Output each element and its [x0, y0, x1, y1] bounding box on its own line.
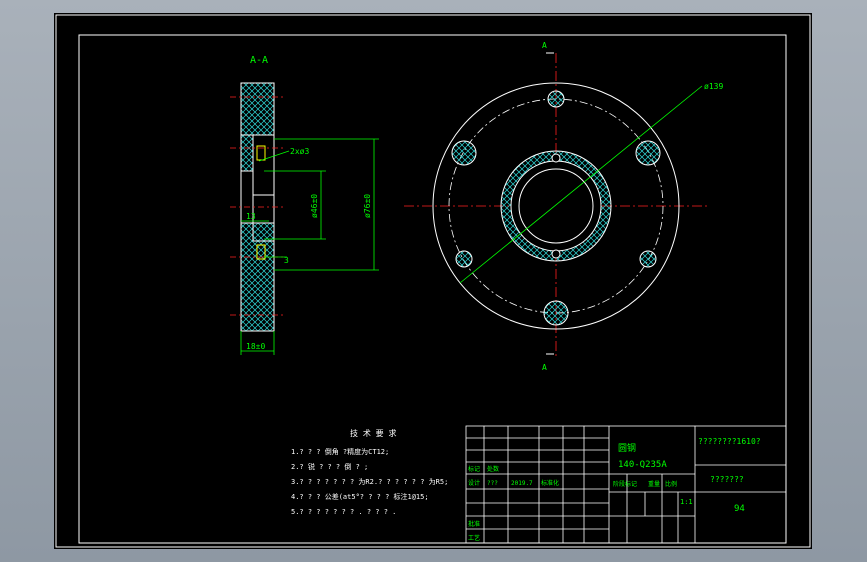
- weight-label: 重量: [648, 480, 660, 488]
- dim-thickness: 18±0: [246, 342, 265, 351]
- scale: 1:1: [680, 498, 693, 506]
- tech-requirements: 技 术 要 求 1.? ? ? 倒角 ?精度为CT12; 2.? 锐 ? ? ?…: [291, 428, 448, 516]
- sheet-no: 94: [734, 504, 745, 514]
- tech-line-5: 5.? ? ? ? ? ? ? . ? ? ? .: [291, 508, 396, 516]
- tech-title: 技 术 要 求: [350, 428, 396, 438]
- ratio-label: 比例: [665, 480, 677, 488]
- bolt-hole-top: [547, 90, 565, 108]
- material: 140-Q235A: [618, 460, 667, 470]
- section-upper-hatch: [240, 82, 275, 136]
- bolt-hole-bottom: [543, 300, 569, 326]
- dim-inner-dia: ø46±0: [310, 194, 319, 218]
- dim-hole: 2xø3: [290, 147, 309, 156]
- designer: ???: [487, 480, 498, 487]
- std-label: 标准化: [541, 479, 559, 487]
- dim-pitch-dia: ø76±0: [363, 194, 372, 218]
- cut-label-top: A: [542, 41, 547, 50]
- drawing-canvas: A-A 2xø3 ø76±0 ø46±0 13 3 18±0 A A ø139 …: [55, 14, 811, 548]
- qty-label: 处数: [487, 465, 499, 473]
- tech-line-4: 4.? ? ? 公差(at5°? ? ? ? 标注1@15;: [291, 492, 429, 501]
- tech-line-1: 1.? ? ? 倒角 ?精度为CT12;: [291, 447, 389, 456]
- bolt-hole-upper-right: [635, 140, 661, 166]
- tech-line-3: 3.? ? ? ? ? ? ? 为R2.? ? ? ? ? ? 为R5;: [291, 477, 448, 486]
- part-name: 圆钢: [618, 442, 636, 454]
- outer-border: [55, 14, 811, 548]
- title-block-text: 圆钢 140-Q235A ????????1610? ??????? 94 1:…: [468, 437, 761, 542]
- bolt-hole-lower-right: [639, 250, 657, 268]
- dim-3: 3: [284, 256, 289, 265]
- dim-13: 13: [246, 212, 256, 221]
- date: 2019.7: [511, 480, 533, 487]
- design-label: 设计: [468, 479, 480, 487]
- tech-line-2: 2.? 锐 ? ? ? 倒 ? ;: [291, 462, 368, 471]
- section-upper-inner: [240, 134, 254, 172]
- front-view: A A ø139: [404, 41, 723, 372]
- inner-border: [78, 34, 787, 544]
- process-label: 工艺: [468, 534, 480, 542]
- dim-outer-dia: ø139: [704, 82, 723, 91]
- drawing-no: ???????: [710, 475, 744, 484]
- drawing-sheet: A-A 2xø3 ø76±0 ø46±0 13 3 18±0 A A ø139 …: [54, 13, 812, 549]
- approve-label: 批准: [468, 520, 480, 528]
- bolt-hole-upper-left: [451, 140, 477, 166]
- bolt-hole-lower-left: [455, 250, 473, 268]
- section-label: A-A: [250, 55, 268, 66]
- stage-label: 阶段标记: [613, 480, 637, 488]
- bore-outer: [510, 160, 602, 252]
- section-boss-upper: [252, 134, 275, 196]
- section-view: A-A 2xø3 ø76±0 ø46±0 13 3 18±0: [230, 55, 379, 355]
- cut-label-bottom: A: [542, 363, 547, 372]
- mark-label: 标记: [468, 465, 480, 473]
- company: ????????1610?: [698, 437, 761, 446]
- cad-viewport[interactable]: A-A 2xø3 ø76±0 ø46±0 13 3 18±0 A A ø139 …: [0, 0, 867, 562]
